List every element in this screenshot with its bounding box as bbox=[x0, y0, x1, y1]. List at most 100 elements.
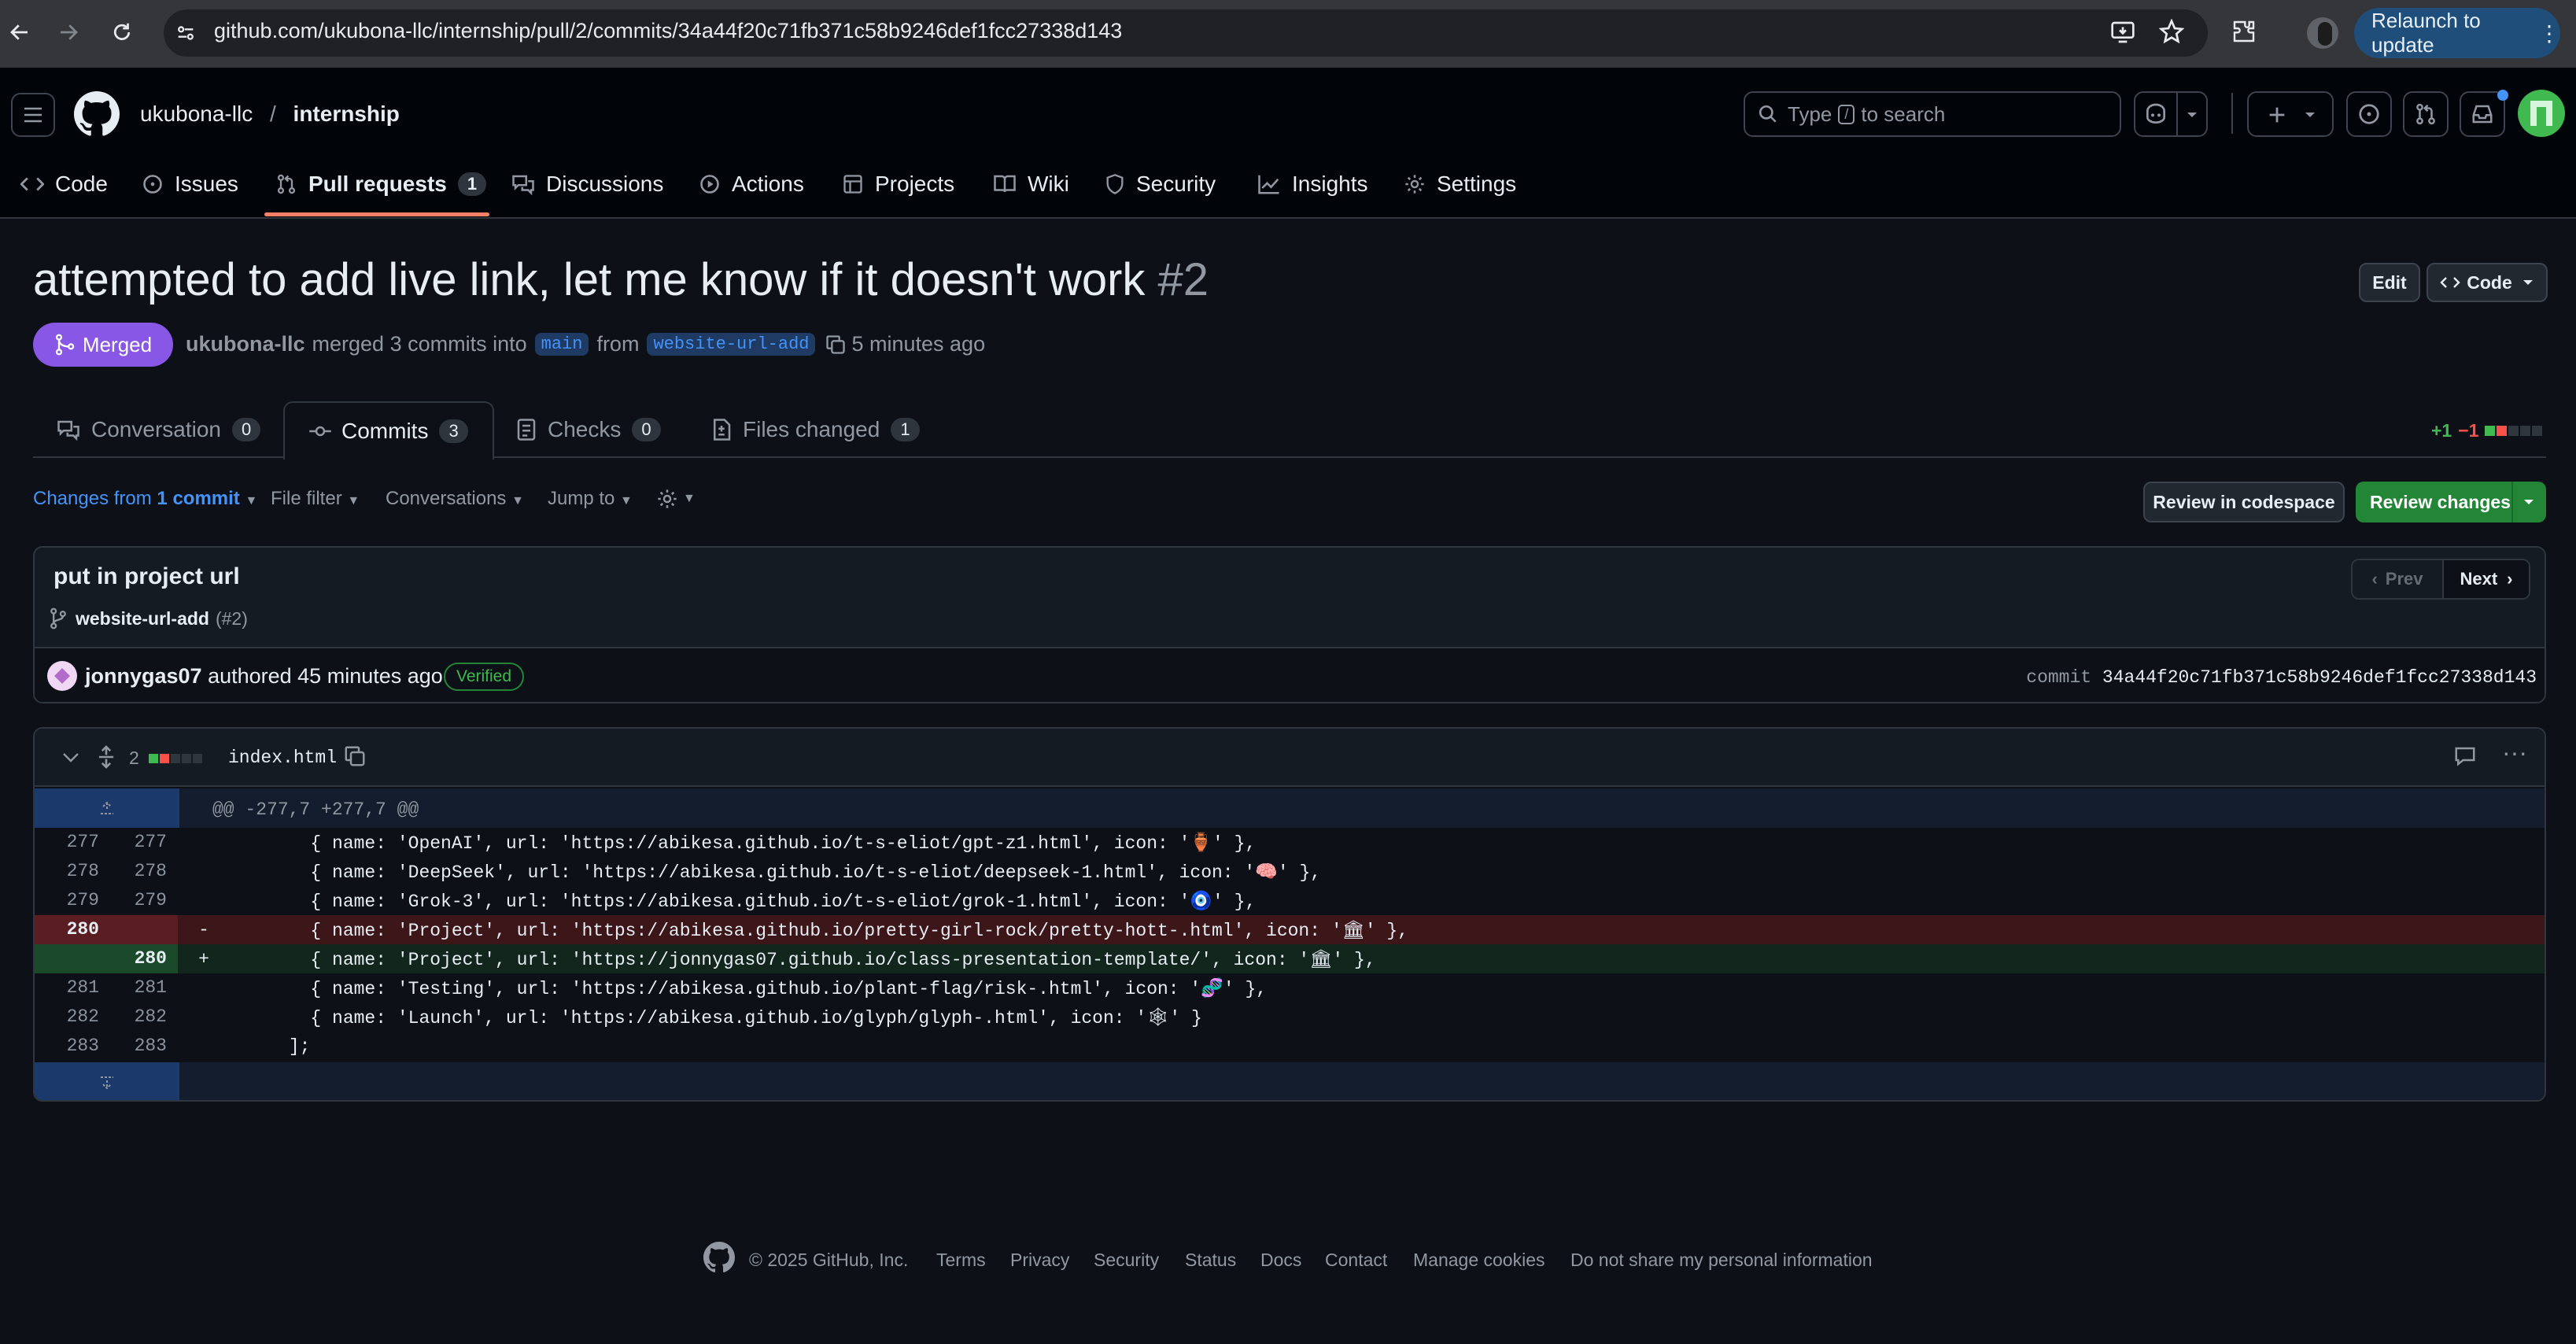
conversations-dropdown[interactable]: Conversations ▼ bbox=[386, 488, 524, 510]
diff-line-context[interactable]: 283 283 ]; bbox=[35, 1032, 2545, 1061]
edit-title-button[interactable]: Edit bbox=[2359, 263, 2420, 302]
nav-actions[interactable]: Actions bbox=[699, 167, 804, 201]
file-filter-dropdown[interactable]: File filter ▼ bbox=[271, 488, 360, 510]
footer-link-privacy[interactable]: Privacy bbox=[1010, 1250, 1069, 1271]
diff-line-context[interactable]: 278 278 { name: 'DeepSeek', url: 'https:/… bbox=[35, 857, 2545, 886]
user-avatar[interactable] bbox=[2518, 90, 2565, 137]
repo-name-link[interactable]: internship bbox=[293, 102, 400, 126]
old-line-number[interactable]: 278 bbox=[35, 857, 110, 886]
old-line-number[interactable]: 280 bbox=[35, 915, 110, 944]
bookmark-star-icon[interactable] bbox=[2159, 19, 2184, 44]
github-logo-icon[interactable] bbox=[74, 91, 120, 137]
head-branch[interactable]: website-url-add bbox=[647, 333, 816, 356]
profile-avatar[interactable] bbox=[2307, 17, 2338, 49]
commit-label: commit bbox=[2026, 667, 2092, 688]
nav-discussions[interactable]: Discussions bbox=[511, 167, 663, 201]
issues-button[interactable] bbox=[2346, 91, 2392, 137]
search-input[interactable]: Type / to search bbox=[1744, 91, 2121, 137]
copy-path-icon[interactable] bbox=[343, 744, 367, 768]
diff-line-add[interactable]: 280 + { name: 'Project', url: 'https://jo… bbox=[35, 944, 2545, 973]
extensions-icon[interactable] bbox=[2231, 19, 2257, 44]
copilot-button[interactable] bbox=[2134, 91, 2208, 137]
tab-files-changed[interactable]: Files changed 1 bbox=[711, 401, 920, 458]
old-line-number[interactable]: 281 bbox=[35, 973, 110, 1002]
collapse-chevron-icon[interactable] bbox=[61, 749, 80, 765]
install-app-icon[interactable] bbox=[2110, 20, 2135, 44]
new-line-number[interactable]: 281 bbox=[110, 973, 178, 1002]
footer-link-terms[interactable]: Terms bbox=[936, 1250, 986, 1271]
relaunch-button[interactable]: Relaunch to update ⋮ bbox=[2354, 8, 2560, 58]
forward-icon[interactable] bbox=[57, 20, 80, 44]
base-branch[interactable]: main bbox=[534, 333, 589, 356]
hamburger-menu-button[interactable] bbox=[11, 93, 55, 137]
old-line-number[interactable]: 283 bbox=[35, 1032, 110, 1061]
author-avatar[interactable] bbox=[47, 661, 77, 691]
footer-link-docs[interactable]: Docs bbox=[1260, 1250, 1301, 1271]
jump-to-dropdown[interactable]: Jump to ▼ bbox=[548, 488, 633, 510]
file-name[interactable]: index.html bbox=[228, 748, 337, 768]
commit-branch-ref[interactable]: (#2) bbox=[216, 608, 248, 630]
next-commit-button[interactable]: Next › bbox=[2444, 560, 2529, 598]
nav-wiki[interactable]: Wiki bbox=[993, 167, 1069, 201]
review-changes-button[interactable]: Review changes bbox=[2356, 482, 2546, 522]
nav-security[interactable]: Security bbox=[1105, 167, 1216, 201]
pr-author-link[interactable]: ukubona-llc bbox=[186, 332, 305, 356]
prev-commit-button[interactable]: ‹ Prev bbox=[2353, 560, 2442, 598]
new-line-number[interactable]: 280 bbox=[110, 944, 178, 973]
create-new-button[interactable] bbox=[2247, 91, 2334, 137]
verified-badge[interactable]: Verified bbox=[444, 663, 525, 691]
site-info-icon[interactable] bbox=[175, 22, 197, 44]
old-line-number[interactable]: 279 bbox=[35, 886, 110, 915]
old-line-number[interactable] bbox=[35, 944, 110, 973]
inbox-button[interactable] bbox=[2460, 90, 2508, 137]
footer-link-do-not-share[interactable]: Do not share my personal information bbox=[1570, 1250, 1873, 1271]
tab-commits[interactable]: Commits 3 bbox=[283, 401, 494, 460]
commit-branch: website-url-add (#2) bbox=[49, 607, 248, 630]
footer-github-logo-icon[interactable] bbox=[703, 1242, 735, 1273]
expand-down-button[interactable] bbox=[35, 1062, 179, 1100]
new-line-number[interactable]: 278 bbox=[110, 857, 178, 886]
diff-line-context[interactable]: 281 281 { name: 'Testing', url: 'https://… bbox=[35, 973, 2545, 1002]
commit-sha-value[interactable]: 34a44f20c71fb371c58b9246def1fcc27338d143 bbox=[2102, 667, 2537, 688]
tab-conversation[interactable]: Conversation 0 bbox=[57, 401, 261, 458]
new-line-number[interactable]: 282 bbox=[110, 1002, 178, 1032]
review-in-codespace-button[interactable]: Review in codespace bbox=[2143, 482, 2345, 522]
expand-all-icon[interactable] bbox=[96, 744, 116, 770]
reload-icon[interactable] bbox=[110, 20, 134, 44]
comment-icon[interactable] bbox=[2453, 744, 2477, 768]
footer-link-security[interactable]: Security bbox=[1094, 1250, 1159, 1271]
diff-line-context[interactable]: 277 277 { name: 'OpenAI', url: 'https://a… bbox=[35, 828, 2545, 857]
new-line-number[interactable]: 277 bbox=[110, 828, 178, 857]
diff-line-del[interactable]: 280 - { name: 'Project', url: 'https://ab… bbox=[35, 915, 2545, 944]
new-line-number[interactable]: 283 bbox=[110, 1032, 178, 1061]
commit-branch-link[interactable]: website-url-add bbox=[76, 608, 209, 630]
old-line-number[interactable]: 277 bbox=[35, 828, 110, 857]
nav-issues[interactable]: Issues bbox=[142, 167, 238, 201]
commit-author-link[interactable]: jonnygas07 bbox=[85, 664, 202, 688]
url-text[interactable]: github.com/ukubona-llc/internship/pull/2… bbox=[214, 19, 1122, 43]
diff-line-context[interactable]: 279 279 { name: 'Grok-3', url: 'https://a… bbox=[35, 886, 2545, 915]
nav-settings[interactable]: Settings bbox=[1404, 167, 1516, 201]
nav-insights[interactable]: Insights bbox=[1257, 167, 1368, 201]
new-line-number[interactable] bbox=[110, 915, 178, 944]
kebab-horizontal-icon[interactable]: ··· bbox=[2502, 738, 2527, 767]
nav-pull-requests[interactable]: Pull requests 1 bbox=[275, 167, 487, 201]
footer-link-manage-cookies[interactable]: Manage cookies bbox=[1413, 1250, 1545, 1271]
nav-pull-requests-label: Pull requests bbox=[308, 172, 447, 196]
expand-up-button[interactable] bbox=[35, 788, 179, 828]
diff-line-context[interactable]: 282 282 { name: 'Launch', url: 'https://a… bbox=[35, 1002, 2545, 1032]
changes-from-dropdown[interactable]: Changes from 1 commit ▼ bbox=[33, 488, 257, 510]
browser-toolbar: github.com/ukubona-llc/internship/pull/2… bbox=[0, 0, 2576, 68]
footer-link-contact[interactable]: Contact bbox=[1325, 1250, 1387, 1271]
repo-owner-link[interactable]: ukubona-llc bbox=[140, 102, 253, 126]
new-line-number[interactable]: 279 bbox=[110, 886, 178, 915]
tab-checks[interactable]: Checks 0 bbox=[516, 401, 661, 458]
nav-projects[interactable]: Projects bbox=[842, 167, 954, 201]
nav-code[interactable]: Code bbox=[20, 167, 108, 201]
diff-settings-dropdown[interactable]: ▼ bbox=[656, 488, 696, 510]
back-icon[interactable] bbox=[8, 20, 31, 44]
pull-requests-button[interactable] bbox=[2403, 91, 2449, 137]
code-dropdown-button[interactable]: Code bbox=[2427, 263, 2548, 302]
footer-link-status[interactable]: Status bbox=[1185, 1250, 1236, 1271]
old-line-number[interactable]: 282 bbox=[35, 1002, 110, 1032]
